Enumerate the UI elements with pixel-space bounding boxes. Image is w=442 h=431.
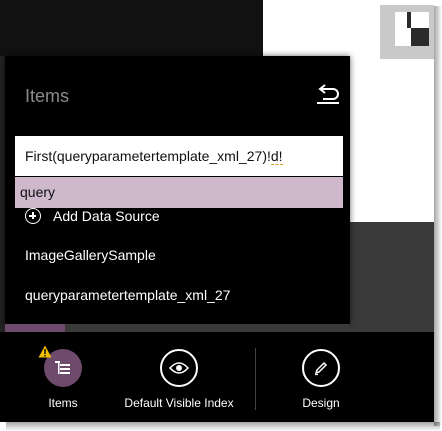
items-flyout-panel: Items First(queryparametertemplate_xml_2… xyxy=(5,56,350,324)
design-button[interactable]: Design xyxy=(298,332,344,422)
window-shadow xyxy=(6,422,440,431)
data-source-item[interactable]: queryparametertemplate_xml_27 xyxy=(25,287,230,303)
data-source-item[interactable]: ImageGallerySample xyxy=(25,247,156,263)
bottom-toolbar: Items Default Visible Index Design xyxy=(0,332,434,422)
eye-icon xyxy=(160,349,198,387)
warning-icon xyxy=(38,345,52,358)
design-label: Design xyxy=(302,396,340,410)
add-data-source-label: Add Data Source xyxy=(53,208,160,224)
canvas-area xyxy=(0,0,263,56)
formula-text: First(queryparametertemplate_xml_27)! xyxy=(25,148,271,164)
items-label: Items xyxy=(48,396,78,410)
undo-back-icon[interactable] xyxy=(315,83,341,105)
toolbar-divider xyxy=(255,348,256,410)
formula-error-text: d! xyxy=(270,148,283,165)
default-visible-index-label: Default Visible Index xyxy=(124,396,234,410)
window-shadow xyxy=(434,6,442,426)
formula-input[interactable]: First(queryparametertemplate_xml_27)!d! xyxy=(15,136,343,176)
active-indicator xyxy=(5,324,65,332)
add-circle-icon xyxy=(25,208,41,224)
resize-corner-icon[interactable] xyxy=(395,12,429,46)
autocomplete-suggestion[interactable]: query xyxy=(15,177,343,208)
pencil-icon xyxy=(302,349,340,387)
panel-title: Items xyxy=(25,86,70,106)
canvas-gutter xyxy=(350,222,434,332)
app-window: Items First(queryparametertemplate_xml_2… xyxy=(0,0,434,422)
add-data-source-button[interactable]: Add Data Source xyxy=(25,205,160,227)
default-visible-index-button[interactable]: Default Visible Index xyxy=(118,332,240,422)
